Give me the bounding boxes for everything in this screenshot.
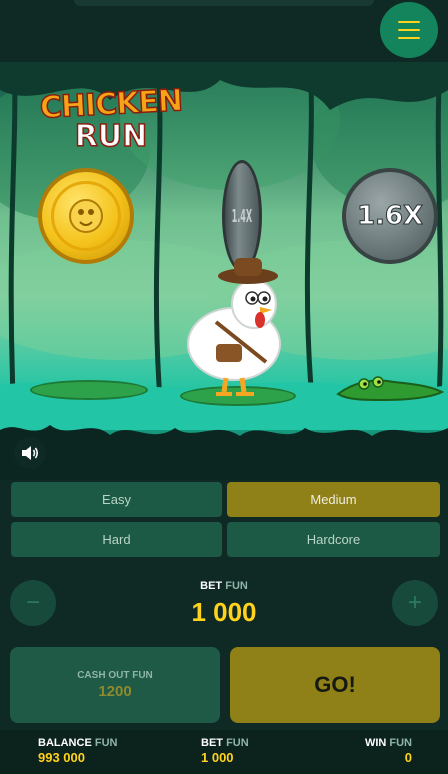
game-logo: CHICKEN RUN (36, 83, 186, 154)
logo-line-1: CHICKEN (38, 83, 183, 127)
decrease-bet-button[interactable]: − (10, 580, 56, 626)
balance-value: 993 000 (38, 750, 85, 765)
bet-label: BET FUN (200, 580, 248, 592)
lane-multiplier-coin: 1.6X (342, 168, 438, 264)
win-value: 0 (404, 750, 412, 765)
sound-toggle-button[interactable] (14, 437, 46, 469)
difficulty-medium-button[interactable]: Medium (227, 482, 440, 517)
footer-balance: BALANCE FUN 993 000 (38, 737, 118, 765)
crocodile-icon (336, 376, 444, 402)
logo-line-2: RUN (74, 119, 148, 154)
go-button[interactable]: GO! (230, 647, 440, 723)
bet-amount: 1 000 (191, 597, 257, 627)
lily-pad (30, 380, 148, 400)
speaker-icon (22, 446, 39, 460)
hamburger-menu-icon (398, 21, 420, 23)
footer-bet: BET FUN 1 000 (201, 737, 249, 765)
footer-win: WIN FUN 0 (360, 737, 412, 765)
gold-chicken-coin (38, 168, 134, 264)
difficulty-hardcore-button[interactable]: Hardcore (227, 522, 440, 557)
difficulty-hard-button[interactable]: Hard (11, 522, 222, 557)
footer-bet-value: 1 000 (201, 750, 234, 765)
cash-out-amount: 1200 (98, 683, 132, 700)
plus-icon: + (407, 589, 422, 616)
increase-bet-button[interactable]: + (392, 580, 438, 626)
footer-bar: BALANCE FUN 993 000 BET FUN 1 000 WIN FU… (0, 730, 448, 774)
chicken-head-icon (69, 199, 103, 233)
menu-button[interactable] (380, 2, 438, 58)
minus-icon: − (25, 589, 40, 616)
cash-out-button[interactable]: CASH OUT FUN 1200 (10, 647, 220, 723)
chicken-character (187, 258, 281, 396)
top-strip (74, 0, 374, 6)
difficulty-easy-button[interactable]: Easy (11, 482, 222, 517)
